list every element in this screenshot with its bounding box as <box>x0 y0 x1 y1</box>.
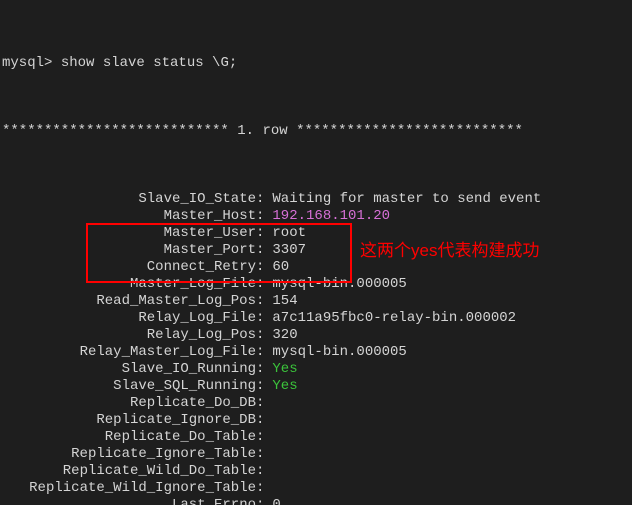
field-value: 154 <box>264 293 297 310</box>
colon: : <box>256 429 264 446</box>
field-value <box>264 412 272 429</box>
field-value <box>264 395 272 412</box>
field-value: Yes <box>264 361 297 378</box>
row-header-right: *************************** <box>288 123 523 140</box>
field-value: 3307 <box>264 242 306 259</box>
field-label: Read_Master_Log_Pos <box>2 293 256 310</box>
colon: : <box>256 293 264 310</box>
status-row: Slave_IO_State:Waiting for master to sen… <box>2 191 627 208</box>
field-label: Replicate_Ignore_Table <box>2 446 256 463</box>
command-line: mysql> show slave status \G; <box>2 55 627 72</box>
field-value: mysql-bin.000005 <box>264 276 406 293</box>
status-row: Replicate_Ignore_Table: <box>2 446 627 463</box>
field-label: Relay_Log_Pos <box>2 327 256 344</box>
command-text: show slave status \G; <box>61 55 237 72</box>
status-row: Read_Master_Log_Pos:154 <box>2 293 627 310</box>
field-label: Replicate_Wild_Do_Table <box>2 463 256 480</box>
field-value: Yes <box>264 378 297 395</box>
colon: : <box>256 395 264 412</box>
colon: : <box>256 242 264 259</box>
field-value <box>264 429 272 446</box>
row-header-mid: 1. row <box>237 123 287 140</box>
fields-container: Slave_IO_State:Waiting for master to sen… <box>2 191 627 505</box>
field-value: 192.168.101.20 <box>264 208 390 225</box>
field-label: Master_User <box>2 225 256 242</box>
colon: : <box>256 191 264 208</box>
field-label: Slave_SQL_Running <box>2 378 256 395</box>
field-value: a7c11a95fbc0-relay-bin.000002 <box>264 310 516 327</box>
field-value <box>264 446 272 463</box>
status-row: Last_Errno:0 <box>2 497 627 505</box>
colon: : <box>256 446 264 463</box>
field-value: 60 <box>264 259 289 276</box>
status-row: Replicate_Ignore_DB: <box>2 412 627 429</box>
row-header-left: *************************** <box>2 123 237 140</box>
field-value: 0 <box>264 497 280 505</box>
colon: : <box>256 276 264 293</box>
colon: : <box>256 361 264 378</box>
status-row: Replicate_Do_Table: <box>2 429 627 446</box>
field-value: mysql-bin.000005 <box>264 344 406 361</box>
field-label: Connect_Retry <box>2 259 256 276</box>
status-row: Relay_Log_File:a7c11a95fbc0-relay-bin.00… <box>2 310 627 327</box>
row-header: *************************** 1. row *****… <box>2 123 627 140</box>
status-row: Replicate_Wild_Do_Table: <box>2 463 627 480</box>
field-label: Master_Port <box>2 242 256 259</box>
status-row: Relay_Log_Pos:320 <box>2 327 627 344</box>
status-row: Relay_Master_Log_File:mysql-bin.000005 <box>2 344 627 361</box>
field-label: Last_Errno <box>2 497 256 505</box>
status-row: Master_Log_File:mysql-bin.000005 <box>2 276 627 293</box>
field-value: 320 <box>264 327 297 344</box>
field-label: Relay_Master_Log_File <box>2 344 256 361</box>
status-row: Replicate_Wild_Ignore_Table: <box>2 480 627 497</box>
status-row: Master_Host:192.168.101.20 <box>2 208 627 225</box>
status-row: Slave_SQL_Running:Yes <box>2 378 627 395</box>
field-label: Master_Log_File <box>2 276 256 293</box>
colon: : <box>256 225 264 242</box>
field-label: Slave_IO_State <box>2 191 256 208</box>
prompt: mysql> <box>2 55 61 72</box>
colon: : <box>256 463 264 480</box>
field-label: Relay_Log_File <box>2 310 256 327</box>
field-label: Slave_IO_Running <box>2 361 256 378</box>
colon: : <box>256 327 264 344</box>
status-row: Slave_IO_Running:Yes <box>2 361 627 378</box>
status-row: Connect_Retry:60 <box>2 259 627 276</box>
colon: : <box>256 344 264 361</box>
colon: : <box>256 310 264 327</box>
field-value: root <box>264 225 306 242</box>
colon: : <box>256 378 264 395</box>
colon: : <box>256 208 264 225</box>
colon: : <box>256 497 264 505</box>
status-row: Master_User:root <box>2 225 627 242</box>
colon: : <box>256 412 264 429</box>
field-value: Waiting for master to send event <box>264 191 541 208</box>
field-label: Replicate_Ignore_DB <box>2 412 256 429</box>
colon: : <box>256 259 264 276</box>
colon: : <box>256 480 264 497</box>
field-label: Replicate_Do_Table <box>2 429 256 446</box>
field-value <box>264 463 272 480</box>
status-row: Replicate_Do_DB: <box>2 395 627 412</box>
annotation-text: 这两个yes代表构建成功 <box>360 242 539 259</box>
field-label: Replicate_Wild_Ignore_Table <box>2 480 256 497</box>
field-label: Replicate_Do_DB <box>2 395 256 412</box>
field-value <box>264 480 272 497</box>
field-label: Master_Host <box>2 208 256 225</box>
